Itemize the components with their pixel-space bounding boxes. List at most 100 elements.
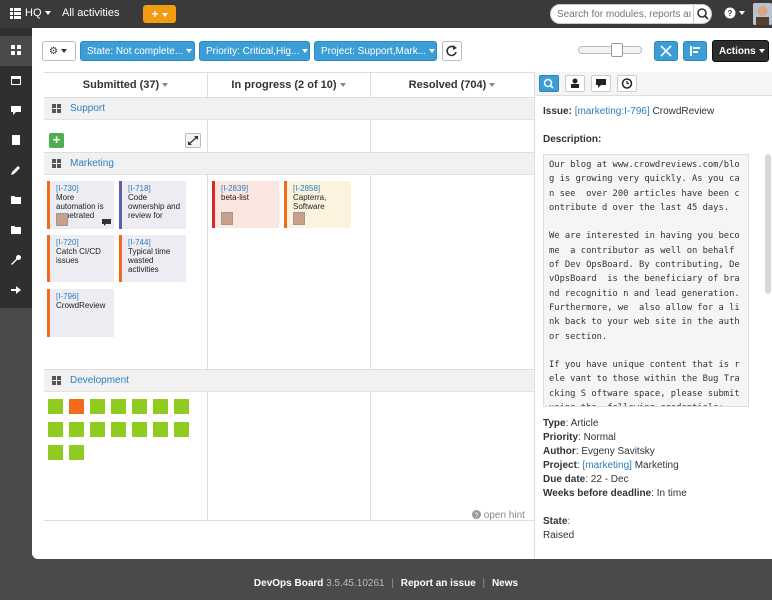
card-title: CrowdReview [56, 301, 106, 310]
card-title: Code ownership and review for [128, 193, 181, 220]
card-id[interactable]: [I-2839] [221, 184, 276, 193]
project-link[interactable]: [marketing] [582, 460, 631, 471]
filter-state[interactable]: State: Not complete... [80, 41, 195, 61]
card-id[interactable]: [I-796] [56, 292, 111, 301]
nav-folder-2[interactable] [0, 216, 32, 246]
dev-card-tile[interactable] [48, 399, 63, 414]
card-id[interactable]: [I-730] [56, 184, 111, 193]
zoom-slider[interactable] [578, 43, 642, 57]
swimlane-support[interactable]: Support [44, 98, 534, 120]
add-card-button[interactable]: + [49, 133, 64, 148]
wrench-icon [11, 255, 21, 265]
help-icon[interactable]: ? [724, 7, 745, 19]
card-i-796[interactable]: [I-796] CrowdReview [47, 289, 114, 337]
issue-label: Issue: [543, 106, 572, 117]
issue-detail-pane: Issue: [marketing:I-796] CrowdReview Des… [534, 72, 772, 559]
add-button[interactable]: + [143, 5, 176, 23]
zoom-icon [543, 78, 554, 89]
card-i-720[interactable]: [I-720] Catch CI/CD issues [47, 235, 114, 282]
dev-card-tile[interactable] [132, 422, 147, 437]
column-resolved[interactable]: Resolved (704) [370, 72, 534, 98]
nav-calendar[interactable] [0, 66, 32, 96]
refresh-button[interactable] [442, 41, 462, 61]
nav-tools[interactable] [0, 246, 32, 276]
column-in-progress[interactable]: In progress (2 of 10) [207, 72, 370, 98]
card-id[interactable]: [I-2858] [293, 184, 348, 193]
tab-history[interactable] [617, 75, 637, 92]
card-i-2858[interactable]: [I-2858] Capterra, Software [284, 181, 351, 228]
nav-documents[interactable] [0, 126, 32, 156]
card-id[interactable]: [I-720] [56, 238, 111, 247]
menu-list-icon[interactable] [10, 8, 21, 19]
product-name: DevOps Board [253, 578, 324, 589]
swimlane-development[interactable]: Development [44, 370, 534, 392]
card-i-730[interactable]: [I-730] More automation is penetrated [47, 181, 114, 229]
description-scrollbar[interactable] [765, 154, 771, 294]
pencil-icon [11, 166, 20, 175]
svg-text:?: ? [728, 9, 733, 18]
tab-zoom[interactable] [539, 75, 559, 92]
dev-card-tile[interactable] [174, 399, 189, 414]
filter-priority[interactable]: Priority: Critical,Hig... [199, 41, 310, 61]
context-title[interactable]: All activities [62, 7, 119, 19]
nav-folder[interactable] [0, 186, 32, 216]
search-icon[interactable] [693, 5, 711, 23]
product-version: 3.5.45.10261 [326, 578, 385, 589]
collapse-button[interactable] [654, 41, 678, 61]
weeks-value: In time [656, 488, 687, 499]
tab-comments[interactable] [591, 75, 611, 92]
card-i-2839[interactable]: [I-2839] beta-list [212, 181, 279, 228]
clock-icon [621, 78, 633, 89]
column-submitted-label: Submitted (37) [82, 79, 160, 91]
project-value: Marketing [634, 460, 679, 471]
org-selector[interactable]: HQ [25, 7, 51, 19]
dev-card-tile[interactable] [132, 399, 147, 414]
folder-icon [11, 196, 21, 204]
expand-button[interactable] [185, 133, 201, 148]
layout-button[interactable] [683, 41, 707, 61]
swimlane-marketing[interactable]: Marketing [44, 153, 534, 175]
card-id[interactable]: [I-718] [128, 184, 183, 193]
open-hint-link[interactable]: ? open hint [472, 510, 525, 521]
dev-card-tile[interactable] [69, 445, 84, 460]
zoom-slider-handle[interactable] [611, 43, 623, 57]
card-id[interactable]: [I-744] [128, 238, 183, 247]
dev-card-tile[interactable] [153, 422, 168, 437]
filter-project[interactable]: Project: Support,Mark... [314, 41, 437, 61]
dev-card-tile[interactable] [153, 399, 168, 414]
kanban-board: Submitted (37) In progress (2 of 10) Res… [44, 72, 534, 522]
nav-edit[interactable] [0, 156, 32, 186]
comment-icon[interactable] [102, 219, 111, 226]
filter-state-label: State: Not complete... [87, 46, 184, 57]
column-submitted[interactable]: Submitted (37) [44, 72, 207, 98]
news-link[interactable]: News [492, 578, 518, 589]
settings-button[interactable]: ⚙ [42, 41, 76, 61]
swimlane-grid-icon [52, 159, 61, 168]
dev-card-tile[interactable] [69, 422, 84, 437]
board-bottom [44, 520, 534, 521]
issue-id-link[interactable]: [marketing:I-796] [575, 106, 650, 117]
tab-people[interactable] [565, 75, 585, 92]
dev-card-tile[interactable] [69, 399, 84, 414]
dev-card-tile[interactable] [111, 399, 126, 414]
priority-value: Normal [583, 432, 616, 443]
dev-card-tile[interactable] [111, 422, 126, 437]
nav-comments[interactable] [0, 96, 32, 126]
dev-card-tile[interactable] [90, 399, 105, 414]
dev-card-tile[interactable] [48, 445, 63, 460]
card-i-744[interactable]: [I-744] Typical time wasted activities [119, 235, 186, 282]
report-issue-link[interactable]: Report an issue [401, 578, 476, 589]
dev-card-tile[interactable] [90, 422, 105, 437]
footer: DevOps Board 3.5.45.10261 | Report an is… [0, 578, 772, 589]
nav-board[interactable] [0, 36, 32, 66]
search-input[interactable] [551, 5, 691, 23]
nav-goto[interactable] [0, 276, 32, 306]
assignee-avatar [221, 212, 233, 225]
card-i-718[interactable]: [I-718] Code ownership and review for [119, 181, 186, 229]
description-label: Description: [543, 134, 602, 145]
board-icon [11, 45, 21, 55]
dev-card-tile[interactable] [48, 422, 63, 437]
user-avatar[interactable] [753, 3, 772, 25]
actions-button[interactable]: Actions [712, 40, 769, 62]
dev-card-tile[interactable] [174, 422, 189, 437]
